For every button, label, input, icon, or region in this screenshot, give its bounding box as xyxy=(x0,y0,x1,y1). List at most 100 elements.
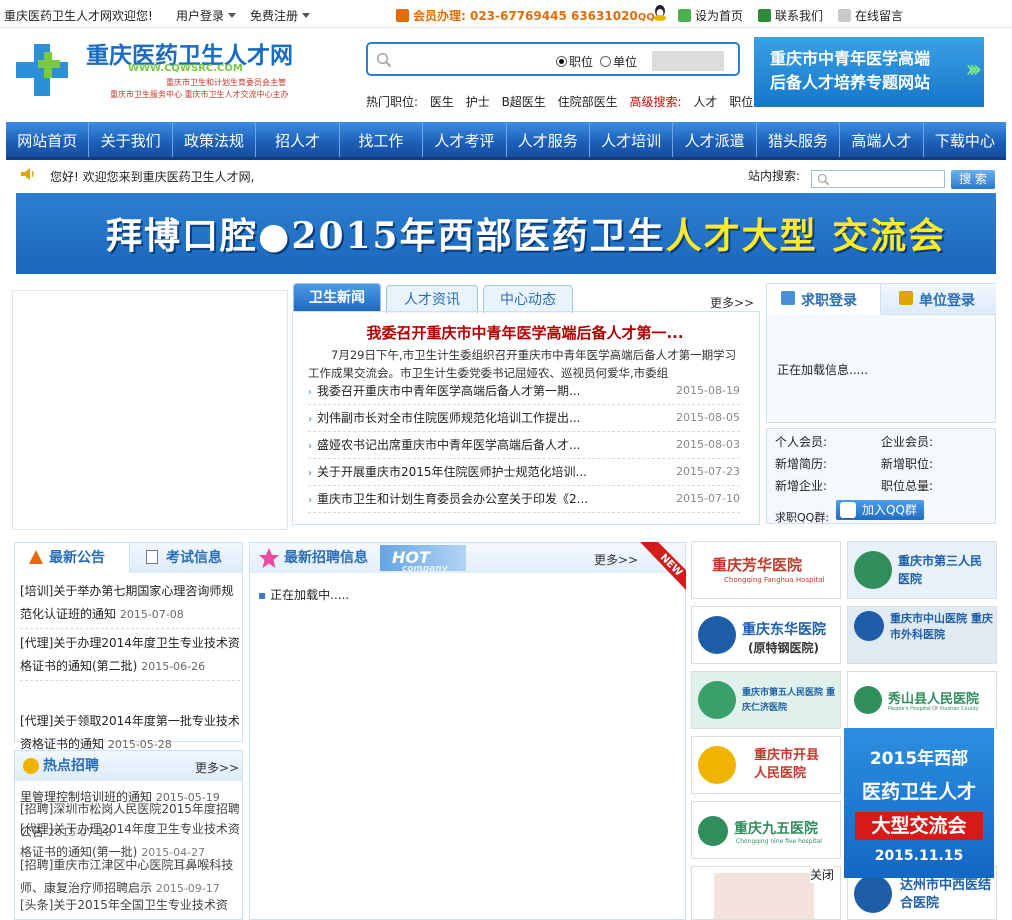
hot-job-link[interactable]: 护士 xyxy=(466,95,490,109)
hotline-text: 会员办理: 023-67769445 63631020 xyxy=(413,9,638,23)
hospital-logo[interactable]: 重庆市开县人民医院 xyxy=(691,736,841,794)
welcome-text: 重庆医药卫生人才网欢迎您! xyxy=(4,9,153,23)
nav-item[interactable]: 人才培训 xyxy=(590,122,674,157)
personal-members-label: 个人会员: xyxy=(775,435,828,449)
close-ad-link[interactable]: 关闭 xyxy=(810,866,835,883)
hospital-logo[interactable]: 重庆市第三人民医院 xyxy=(847,541,997,599)
nav-item[interactable]: 高端人才 xyxy=(840,122,924,157)
new-ribbon-icon: NEW xyxy=(640,542,686,590)
news-item[interactable]: › 我委召开重庆市中青年医学高端后备人才第一期... 2015-08-19 xyxy=(308,378,740,405)
hot-job-link[interactable]: 医生 xyxy=(430,95,454,109)
contact-us-link[interactable]: 联系我们 xyxy=(758,7,823,24)
hospital-name: 重庆市开县人民医院 xyxy=(754,748,820,781)
hospital-sub: People's Hospital Of Xiushan County xyxy=(888,706,979,712)
qq-penguin-icon[interactable] xyxy=(652,4,668,25)
news-headline[interactable]: 我委召开重庆市中青年医学高端后备人才第一... xyxy=(310,322,740,343)
online-message-link[interactable]: 在线留言 xyxy=(838,7,903,24)
news-item-date: 2015-07-10 xyxy=(676,492,740,505)
notice-title: [代理]关于办理2014年度卫生专业技术资格证书的通知(第二批) xyxy=(20,636,240,673)
latest-recruit-header: 最新招聘信息 更多>> xyxy=(250,543,685,573)
hospital-logo[interactable]: 重庆市中山医院 重庆市外科医院 xyxy=(847,606,997,664)
hospital-logo[interactable]: 重庆芳华医院 Chongqing Fanghua Hospital xyxy=(691,541,841,599)
main-nav: 网站首页 关于我们 政策法规 招人才 找工作 人才考评 人才服务 人才培训 人才… xyxy=(6,122,1006,160)
site-logo[interactable]: 重庆医药卫生人才网 WWW.CQWSRC.COM 重庆市卫生和计划生育委员会主管… xyxy=(14,36,324,102)
advanced-search-link[interactable]: 人才 xyxy=(693,95,717,109)
hospital-name: 重庆市第三人民医院 xyxy=(898,554,983,586)
nav-item[interactable]: 下载中心 xyxy=(924,122,1006,157)
hospital-logo[interactable]: 重庆东华医院 (原特钢医院) xyxy=(691,606,841,664)
hospital-emblem-icon xyxy=(854,686,882,714)
site-search-button[interactable]: 搜 索 xyxy=(951,170,995,189)
hot-job-link[interactable]: 住院部医生 xyxy=(558,95,618,109)
search-button[interactable] xyxy=(652,51,724,71)
hospital-emblem-icon xyxy=(854,551,892,589)
latest-recruit-more-link[interactable]: 更多>> xyxy=(594,551,638,568)
nav-item[interactable]: 网站首页 xyxy=(6,122,90,157)
news-item-title: 我委召开重庆市中青年医学高端后备人才第一期... xyxy=(317,384,581,398)
search-icon xyxy=(376,52,392,68)
online-message-label: 在线留言 xyxy=(855,9,904,23)
nav-item[interactable]: 找工作 xyxy=(340,122,424,157)
double-arrow-icon: ››› xyxy=(965,54,982,83)
hospital-emblem-icon xyxy=(714,873,814,919)
nav-item[interactable]: 人才服务 xyxy=(507,122,590,157)
recruit-loading-text: ▪ 正在加载中..... xyxy=(258,586,349,603)
tab-exam-info[interactable]: 考试信息 xyxy=(129,543,242,573)
user-login-dropdown[interactable]: 用户登录 xyxy=(176,7,237,24)
ad-line1: 2015年西部 xyxy=(869,749,969,769)
notice-item[interactable]: [代理]关于办理2014年度卫生专业技术资格证书的通知(第二批) 2015-06… xyxy=(20,632,240,681)
latest-recruit-title: 最新招聘信息 xyxy=(284,550,368,566)
radio-position-label: 职位 xyxy=(569,55,594,69)
radio-position[interactable]: 职位 xyxy=(556,53,593,70)
news-item[interactable]: › 重庆市卫生和计划生育委员会办公室关于印发《2... 2015-07-10 xyxy=(308,486,740,513)
hospital-logo[interactable]: 重庆市第五人民医院 重庆仁济医院 xyxy=(691,671,841,729)
tab-company-login[interactable]: 单位登录 xyxy=(881,284,996,315)
news-item[interactable]: › 关于开展重庆市2015年住院医师护士规范化培训... 2015-07-23 xyxy=(308,459,740,486)
search-icon xyxy=(817,173,830,186)
hospital-name: 重庆芳华医院 xyxy=(712,556,803,574)
expo-banner[interactable]: 拜博口腔●2015年西部医药卫生人才大型 交流会 xyxy=(16,193,996,274)
news-more-link[interactable]: 更多>> xyxy=(710,294,754,311)
hot-recruit-item[interactable]: [头条]关于2015年全国卫生专业技术资 xyxy=(20,894,240,919)
join-qq-button[interactable]: 加入QQ群 xyxy=(836,500,924,520)
free-register-label: 免费注册 xyxy=(250,9,299,23)
tab-seeker-login[interactable]: 求职登录 xyxy=(767,284,881,315)
notice-date: 2015-07-08 xyxy=(119,608,184,621)
nav-item[interactable]: 招人才 xyxy=(256,122,340,157)
ad-line2: 医药卫生人才 xyxy=(861,781,976,803)
hospital-name: 重庆九五医院 xyxy=(734,821,818,837)
hospital-logo[interactable]: 重庆九五医院 Chongqing nine five hospital xyxy=(691,801,841,859)
news-item[interactable]: › 刘伟副市长对全市住院医师规范化培训工作提出... 2015-08-05 xyxy=(308,405,740,432)
tab-center-news[interactable]: 中心动态 xyxy=(483,285,573,313)
chevron-down-icon xyxy=(228,13,237,18)
logo-url: WWW.CQWSRC.COM xyxy=(128,63,243,74)
talent-program-banner[interactable]: 重庆市中青年医学高端 后备人才培养专题网站 ››› xyxy=(754,37,984,107)
advanced-search-link[interactable]: 职位 xyxy=(729,95,753,109)
news-item[interactable]: › 盛娅农书记出席重庆市中青年医学高端后备人才... 2015-08-03 xyxy=(308,432,740,459)
megaphone-icon xyxy=(29,550,43,564)
radio-company-label: 单位 xyxy=(613,55,638,69)
nav-item[interactable]: 人才考评 xyxy=(423,122,507,157)
hospital-logo[interactable]: 秀山县人民医院 People's Hospital Of Xiushan Cou… xyxy=(847,671,997,729)
nav-item[interactable]: 猎头服务 xyxy=(757,122,841,157)
free-register-dropdown[interactable]: 免费注册 xyxy=(250,7,311,24)
tab-health-news[interactable]: 卫生新闻 xyxy=(293,283,381,311)
hot-job-link[interactable]: B超医生 xyxy=(502,95,546,109)
news-item-date: 2015-07-23 xyxy=(676,465,740,478)
tab-announcements[interactable]: 最新公告 xyxy=(15,543,129,573)
hot-recruit-more-link[interactable]: 更多>> xyxy=(195,759,239,776)
radio-company[interactable]: 单位 xyxy=(600,53,637,70)
set-homepage-link[interactable]: 设为首页 xyxy=(678,7,743,24)
nav-item[interactable]: 关于我们 xyxy=(89,122,173,157)
hospital-emblem-icon xyxy=(698,616,736,654)
nav-item[interactable]: 人才派遣 xyxy=(673,122,757,157)
welcome-message: 您好! 欢迎您来到重庆医药卫生人才网, xyxy=(50,170,255,184)
home-icon xyxy=(678,9,691,22)
nav-item[interactable]: 政策法规 xyxy=(173,122,257,157)
floating-expo-ad[interactable]: 2015年西部 医药卫生人才 大型交流会 2015.11.15 xyxy=(844,728,994,878)
tab-talent-info[interactable]: 人才资讯 xyxy=(386,285,478,313)
banner-part3: 交流会 xyxy=(832,215,947,257)
notice-item[interactable]: [培训]关于举办第七期国家心理咨询师规范化认证班的通知 2015-07-08 xyxy=(20,580,240,629)
search-input[interactable] xyxy=(398,48,548,70)
site-search-input[interactable] xyxy=(811,170,945,188)
